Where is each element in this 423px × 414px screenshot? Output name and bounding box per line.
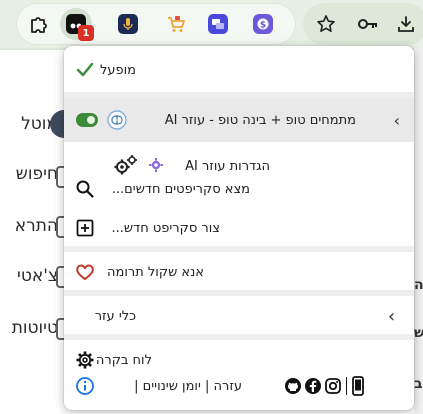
facebook-icon[interactable] bbox=[304, 377, 322, 395]
cart-extension-button[interactable] bbox=[160, 8, 192, 40]
create-new-script-label: צור סקריפט חדש... bbox=[111, 220, 220, 236]
heart-icon bbox=[74, 261, 96, 283]
cart-extension-icon bbox=[168, 16, 185, 32]
page-fragment-0: ה bbox=[414, 277, 423, 293]
script-name: מתמחים טופ + בינה טופ - עוזר AI bbox=[164, 112, 356, 128]
sidebar-item-4[interactable]: טיוטות bbox=[12, 318, 58, 338]
chevron-right-icon: › bbox=[388, 305, 396, 327]
browser-toolbar: 1 $ bbox=[0, 0, 423, 48]
sidebar-item-2[interactable]: התרא bbox=[15, 216, 58, 236]
sidebar-item-3[interactable]: צ'אטי bbox=[17, 266, 58, 286]
tampermonkey-popup-menu: מופעל › מתמחים טופ + בינה טופ - עוזר AI … bbox=[64, 46, 414, 410]
download-button[interactable] bbox=[390, 8, 422, 40]
github-icon[interactable] bbox=[284, 377, 302, 395]
script-count-badge: 1 bbox=[78, 25, 94, 41]
footer-divider bbox=[346, 377, 350, 395]
footer-label[interactable]: עזרה | יומן שינויים | bbox=[134, 379, 242, 394]
instagram-icon[interactable] bbox=[324, 377, 342, 395]
donate-item[interactable]: אנא שקול תרומה bbox=[64, 252, 414, 292]
password-key-icon bbox=[358, 19, 377, 29]
utilities-item[interactable]: › כלי עזר bbox=[64, 296, 414, 336]
download-icon bbox=[398, 16, 414, 32]
dollar-extension-button[interactable]: $ bbox=[247, 8, 279, 40]
find-new-scripts-item[interactable]: מצא סקריפטים חדשים... bbox=[64, 169, 414, 209]
microphone-extension-icon bbox=[118, 14, 138, 34]
bookmark-star-icon bbox=[317, 15, 335, 32]
left-sidebar: מוטל חיפוש התרא צ'אטי טיוטות bbox=[0, 48, 62, 414]
enabled-label: מופעל bbox=[99, 62, 136, 78]
brain-script-icon bbox=[106, 109, 128, 131]
password-key-button[interactable] bbox=[352, 8, 384, 40]
phone-icon[interactable] bbox=[352, 376, 364, 396]
bookmark-star-button[interactable] bbox=[310, 8, 342, 40]
dollar-extension-icon: $ bbox=[253, 14, 273, 34]
svg-text:$: $ bbox=[260, 21, 266, 31]
toggle-knob bbox=[87, 116, 95, 124]
search-icon bbox=[74, 178, 96, 200]
chevron-right-icon: › bbox=[393, 110, 400, 130]
puzzle-extensions-icon[interactable] bbox=[22, 8, 54, 40]
footer-links-item: עזרה | יומן שינויים | bbox=[64, 366, 414, 406]
utilities-label: כלי עזר bbox=[94, 308, 136, 324]
chat-translate-icon bbox=[208, 14, 228, 34]
microphone-extension-button[interactable] bbox=[112, 8, 144, 40]
donate-label: אנא שקול תרומה bbox=[107, 264, 204, 280]
tampermonkey-extension-button[interactable]: 1 bbox=[60, 8, 94, 41]
enabled-toggle-item[interactable]: מופעל bbox=[64, 50, 414, 90]
page-fragment-1: ש bbox=[414, 325, 423, 341]
page-right-edge bbox=[414, 48, 423, 414]
plus-square-icon bbox=[74, 217, 96, 239]
page-fragment-2: ב bbox=[414, 376, 423, 392]
sidebar-item-1[interactable]: חיפוש bbox=[16, 164, 58, 184]
checkmark-icon bbox=[74, 59, 96, 81]
script-item-ai-helper[interactable]: › מתמחים טופ + בינה טופ - עוזר AI bbox=[64, 98, 414, 142]
chat-translate-extension-button[interactable] bbox=[202, 8, 234, 40]
script-enabled-toggle[interactable] bbox=[76, 113, 98, 127]
find-new-scripts-label: מצא סקריפטים חדשים... bbox=[111, 181, 250, 197]
create-new-script-item[interactable]: צור סקריפט חדש... bbox=[64, 208, 414, 248]
info-icon bbox=[74, 375, 96, 397]
